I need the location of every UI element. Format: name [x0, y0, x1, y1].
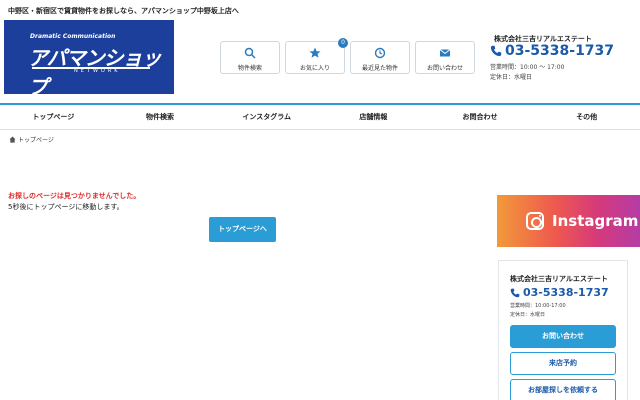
search-icon [244, 47, 256, 59]
recently-viewed-label: 最近見た物件 [361, 65, 398, 72]
redirect-message: 5秒後にトップページに移動します。 [8, 203, 124, 211]
shop-closed-day: 定休日：水曜日 [510, 312, 546, 318]
nav-item-property-search[interactable]: 物件検索 [107, 105, 214, 129]
nav-item-top[interactable]: トップページ [0, 105, 107, 129]
nav-item-other[interactable]: その他 [533, 105, 640, 129]
logo-line1: Dramatic Communication [30, 33, 116, 40]
header-business-hours: 営業時間：10:00 〜 17:00 [490, 64, 565, 71]
nav-item-contact[interactable]: お問合わせ [427, 105, 534, 129]
history-icon [374, 47, 386, 59]
shop-phone-number: 03-5338-1737 [523, 286, 609, 299]
instagram-banner-label: Instagram [552, 212, 639, 230]
site-logo[interactable]: Dramatic Communication アパマンショップ NETWORK [4, 20, 174, 99]
contact-button[interactable]: お問い合わせ [510, 325, 616, 348]
property-search-button[interactable]: 物件検索 [220, 41, 280, 74]
shop-business-hours: 営業時間：10:00-17:00 [510, 303, 566, 309]
header-phone-number: 03-5338-1737 [505, 43, 615, 59]
not-found-message: お探しのページは見つかりませんでした。 [8, 192, 141, 200]
shop-name: 株式会社三吉リアルエステート [510, 275, 608, 283]
favorites-count-badge: 0 [338, 38, 348, 48]
room-search-request-button[interactable]: お部屋探しを依頼する [510, 379, 616, 400]
shop-phone[interactable]: 03-5338-1737 [510, 286, 609, 299]
mail-icon [439, 49, 451, 57]
property-search-label: 物件検索 [237, 65, 262, 72]
go-to-top-button[interactable]: トップページへ [209, 217, 276, 242]
favorites-button[interactable]: お気に入り 0 [285, 38, 348, 74]
contact-header-label: お問い合わせ [426, 65, 463, 72]
favorites-label: お気に入り [299, 65, 330, 72]
phone-icon [510, 288, 520, 297]
site-tagline: 中野区・新宿区で賃貸物件をお探しなら、アパマンショップ中野坂上店へ [8, 7, 239, 15]
logo-line3: NETWORK [74, 68, 121, 74]
breadcrumb-top-link[interactable]: トップページ [18, 135, 54, 144]
shop-info-card: 株式会社三吉リアルエステート 03-5338-1737 営業時間：10:00-1… [498, 260, 628, 400]
nav-item-instagram[interactable]: インスタグラム [213, 105, 320, 129]
nav-item-shop-info[interactable]: 店舗情報 [320, 105, 427, 129]
visit-reservation-button[interactable]: 来店予約 [510, 352, 616, 375]
breadcrumb[interactable]: トップページ [9, 135, 54, 144]
instagram-icon [526, 212, 544, 230]
home-icon [9, 136, 16, 143]
instagram-banner[interactable]: Instagram [497, 195, 640, 247]
contact-header-button[interactable]: お問い合わせ [415, 41, 475, 74]
header-closed-day: 定休日：水曜日 [490, 74, 533, 81]
phone-icon [490, 45, 502, 57]
header-phone[interactable]: 03-5338-1737 [490, 43, 614, 59]
star-icon [309, 47, 321, 58]
recently-viewed-button[interactable]: 最近見た物件 [350, 41, 410, 74]
global-nav: トップページ 物件検索 インスタグラム 店舗情報 お問合わせ その他 [0, 103, 640, 130]
